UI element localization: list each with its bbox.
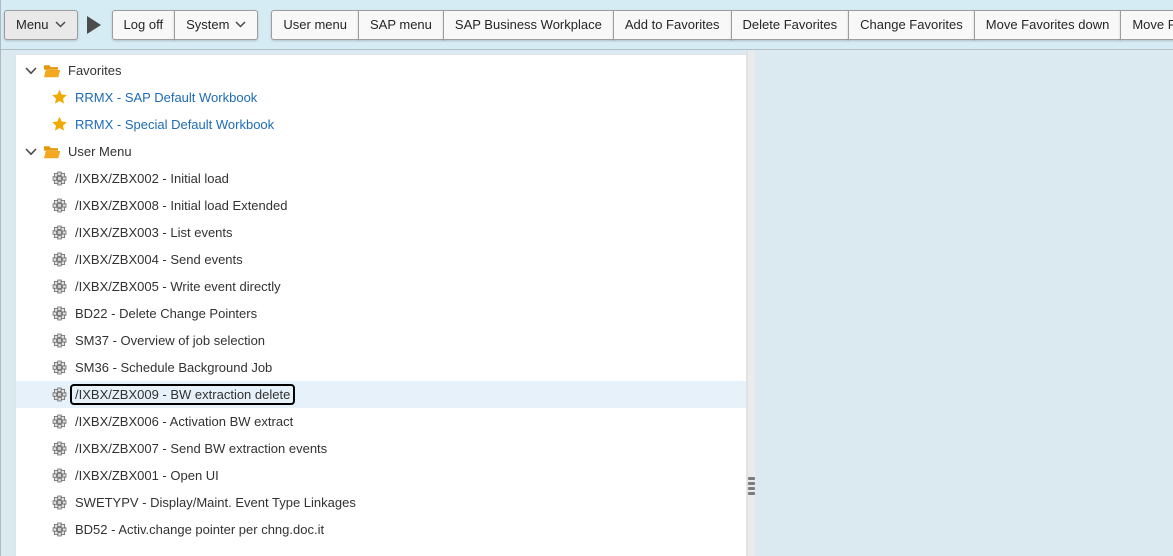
- folder-icon: [42, 64, 61, 78]
- folder-icon: [42, 145, 61, 159]
- transaction-icon: [51, 198, 68, 213]
- chevron-down-icon[interactable]: [24, 67, 37, 75]
- tree-item-swetypv[interactable]: SWETYPV - Display/Maint. Event Type Link…: [16, 489, 746, 516]
- tree-folder-label: Favorites: [68, 62, 121, 79]
- transaction-icon: [51, 279, 68, 294]
- toolbar-button-sap-menu[interactable]: SAP menu: [358, 10, 444, 40]
- play-icon: [87, 16, 101, 34]
- tree-item-label: /IXBX/ZBX009 - BW extraction delete: [70, 384, 295, 405]
- continue-button[interactable]: [87, 16, 101, 34]
- tree-item-ixbx-zbx006[interactable]: /IXBX/ZBX006 - Activation BW extract: [16, 408, 746, 435]
- tree-item-rrmx[interactable]: RRMX - SAP Default Workbook: [16, 84, 746, 111]
- menu-button-label: Menu: [16, 17, 49, 32]
- tree-item-label: SM36 - Schedule Background Job: [75, 359, 272, 376]
- star-icon: [51, 116, 68, 133]
- transaction-icon: [51, 225, 68, 240]
- grip-dots-icon: [748, 477, 755, 495]
- toolbar-button-label: Change Favorites: [860, 17, 963, 32]
- toolbar-button-log-off[interactable]: Log off: [112, 10, 176, 40]
- tree-item-sm37[interactable]: SM37 - Overview of job selection: [16, 327, 746, 354]
- tree-folder-label: User Menu: [68, 143, 132, 160]
- tree-item-ixbx-zbx008[interactable]: /IXBX/ZBX008 - Initial load Extended: [16, 192, 746, 219]
- tree-item-label: /IXBX/ZBX004 - Send events: [75, 251, 243, 268]
- sap-easy-access-window: Menu Log off System User menu SAP menu SAP …: [0, 0, 1173, 556]
- toolbar-button-label: Log off: [124, 17, 164, 32]
- transaction-icon: [51, 495, 68, 510]
- tree-folder-favorites[interactable]: Favorites: [16, 57, 746, 84]
- toolbar-button-label: Move Favorites up: [1132, 17, 1173, 32]
- toolbar-button-delete-favorites[interactable]: Delete Favorites: [731, 10, 850, 40]
- transaction-icon: [51, 171, 68, 186]
- panel-splitter[interactable]: [747, 51, 755, 556]
- toolbar-button-label: System: [186, 17, 229, 32]
- tree-item-label: BD22 - Delete Change Pointers: [75, 305, 257, 322]
- toolbar-button-label: Move Favorites down: [986, 17, 1110, 32]
- toolbar-button-add-to-favorites[interactable]: Add to Favorites: [613, 10, 732, 40]
- tree-item-label: RRMX - SAP Default Workbook: [75, 89, 257, 106]
- toolbar-button-label: SAP menu: [370, 17, 432, 32]
- chevron-down-icon[interactable]: [24, 148, 37, 156]
- toolbar-button-label: SAP Business Workplace: [455, 17, 602, 32]
- content-area: [755, 51, 1173, 556]
- tree-item-ixbx-zbx002[interactable]: /IXBX/ZBX002 - Initial load: [16, 165, 746, 192]
- toolbar-button-label: Delete Favorites: [743, 17, 838, 32]
- toolbar-action-strip: User menu SAP menu SAP Business Workplace A…: [271, 10, 1173, 40]
- tree-item-bd22[interactable]: BD22 - Delete Change Pointers: [16, 300, 746, 327]
- transaction-icon: [51, 468, 68, 483]
- toolbar-button-move-favorites-up[interactable]: Move Favorites up: [1120, 10, 1173, 40]
- star-icon: [51, 89, 68, 106]
- transaction-icon: [51, 333, 68, 348]
- tree-item-ixbx-zbx009[interactable]: /IXBX/ZBX009 - BW extraction delete: [16, 381, 746, 408]
- transaction-icon: [51, 306, 68, 321]
- tree-item-ixbx-zbx005[interactable]: /IXBX/ZBX005 - Write event directly: [16, 273, 746, 300]
- menu-tree: Favorites RRMX - SAP Default Workbook RRMX…: [15, 54, 747, 556]
- tree-item-label: /IXBX/ZBX008 - Initial load Extended: [75, 197, 287, 214]
- transaction-icon: [51, 441, 68, 456]
- transaction-icon: [51, 387, 68, 402]
- tree-item-label: SWETYPV - Display/Maint. Event Type Link…: [75, 494, 356, 511]
- toolbar-button-label: Add to Favorites: [625, 17, 720, 32]
- tree-item-sm36[interactable]: SM36 - Schedule Background Job: [16, 354, 746, 381]
- tree-item-bd52[interactable]: BD52 - Activ.change pointer per chng.doc…: [16, 516, 746, 543]
- toolbar-button-label: User menu: [283, 17, 347, 32]
- tree-item-ixbx-zbx003[interactable]: /IXBX/ZBX003 - List events: [16, 219, 746, 246]
- tree-item-label: /IXBX/ZBX003 - List events: [75, 224, 233, 241]
- tree-item-label: /IXBX/ZBX007 - Send BW extraction events: [75, 440, 327, 457]
- toolbar-button-user-menu[interactable]: User menu: [271, 10, 359, 40]
- menu-button[interactable]: Menu: [4, 10, 78, 40]
- tree-folder-user-menu[interactable]: User Menu: [16, 138, 746, 165]
- tree-item-rrmx[interactable]: RRMX - Special Default Workbook: [16, 111, 746, 138]
- tree-item-label: /IXBX/ZBX001 - Open UI: [75, 467, 219, 484]
- toolbar-button-change-favorites[interactable]: Change Favorites: [848, 10, 975, 40]
- tree-item-label: BD52 - Activ.change pointer per chng.doc…: [75, 521, 324, 538]
- chevron-down-icon: [235, 21, 246, 28]
- transaction-icon: [51, 252, 68, 267]
- chevron-down-icon: [55, 21, 66, 28]
- tree-item-ixbx-zbx007[interactable]: /IXBX/ZBX007 - Send BW extraction events: [16, 435, 746, 462]
- tree-item-label: SM37 - Overview of job selection: [75, 332, 265, 349]
- tree-item-label: /IXBX/ZBX005 - Write event directly: [75, 278, 281, 295]
- toolbar-button-sap-business-workplace[interactable]: SAP Business Workplace: [443, 10, 614, 40]
- session-button-group: Log off System: [112, 10, 259, 40]
- toolbar-button-move-favorites-down[interactable]: Move Favorites down: [974, 10, 1122, 40]
- tree-item-label: /IXBX/ZBX002 - Initial load: [75, 170, 229, 187]
- tree-item-label: RRMX - Special Default Workbook: [75, 116, 274, 133]
- tree-item-ixbx-zbx001[interactable]: /IXBX/ZBX001 - Open UI: [16, 462, 746, 489]
- transaction-icon: [51, 522, 68, 537]
- transaction-icon: [51, 360, 68, 375]
- tree-item-ixbx-zbx004[interactable]: /IXBX/ZBX004 - Send events: [16, 246, 746, 273]
- transaction-icon: [51, 414, 68, 429]
- toolbar-button-system[interactable]: System: [174, 10, 258, 40]
- tree-item-label: /IXBX/ZBX006 - Activation BW extract: [75, 413, 293, 430]
- toolbar: Menu Log off System User menu SAP menu SAP …: [1, 0, 1173, 50]
